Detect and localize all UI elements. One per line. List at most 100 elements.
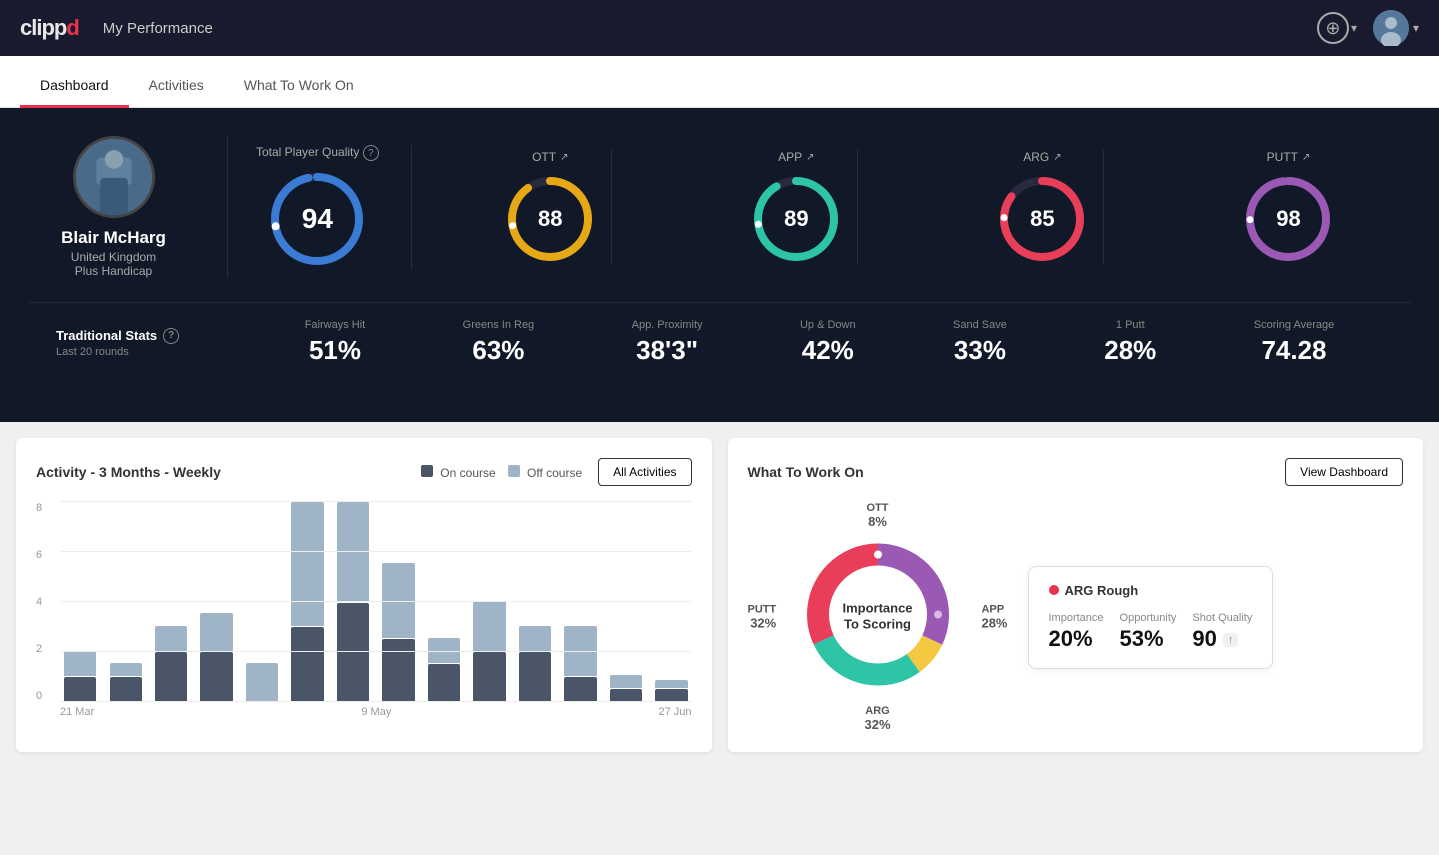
bottom-panels: Activity - 3 Months - Weekly On course O… (0, 422, 1439, 768)
shot-quality-metric: Shot Quality 90 ↑ (1192, 612, 1252, 652)
putt-circle: 98 (1243, 174, 1333, 264)
bar-on-6 (337, 603, 369, 703)
sandsave-value: 33% (954, 335, 1006, 366)
donut-svg-wrapper: ImportanceTo Scoring (798, 535, 958, 700)
activity-panel-header: Activity - 3 Months - Weekly On course O… (36, 458, 692, 486)
stats-label: Traditional Stats ? (56, 328, 228, 344)
score-total: Total Player Quality ? 94 (256, 145, 412, 270)
stat-1-putt: 1 Putt 28% (1104, 319, 1156, 366)
activity-chart-title: Activity - 3 Months - Weekly (36, 464, 221, 480)
y-label-6: 6 (36, 549, 48, 561)
user-avatar[interactable] (1373, 10, 1409, 46)
shot-quality-tag: ↑ (1223, 633, 1239, 647)
stat-scoring-avg: Scoring Average 74.28 (1254, 319, 1335, 366)
score-total-label: Total Player Quality ? (256, 145, 379, 162)
arg-label: ARG ↗ (1023, 150, 1061, 164)
score-item-arg: ARG ↗ 85 (981, 150, 1104, 264)
putt-label: PUTT ↗ (1267, 150, 1311, 164)
bar-group-5 (287, 502, 327, 702)
bar-off-4 (246, 663, 278, 701)
importance-metric: Importance 20% (1049, 612, 1104, 652)
gridline-2 (60, 651, 692, 652)
ott-arrow-icon: ↗ (560, 152, 568, 163)
donut-center-text: ImportanceTo Scoring (842, 600, 912, 634)
updown-value: 42% (802, 335, 854, 366)
app-arrow-icon: ↗ (806, 152, 814, 163)
bar-off-3 (200, 613, 232, 651)
proximity-label: App. Proximity (632, 319, 703, 331)
add-button[interactable]: ⊕ ▾ (1317, 12, 1357, 44)
off-course-dot (508, 465, 520, 477)
tab-dashboard[interactable]: Dashboard (20, 63, 129, 108)
add-circle-icon[interactable]: ⊕ (1317, 12, 1349, 44)
total-quality-help-icon[interactable]: ? (363, 145, 379, 161)
fairways-label: Fairways Hit (305, 319, 366, 331)
logo: clippd My Performance (20, 15, 213, 41)
stat-up-down: Up & Down 42% (800, 319, 856, 366)
top-nav: clippd My Performance ⊕ ▾ ▾ (0, 0, 1439, 56)
importance-value: 20% (1049, 626, 1104, 652)
score-item-app: APP ↗ 89 (735, 150, 858, 264)
activity-panel: Activity - 3 Months - Weekly On course O… (16, 438, 712, 752)
arg-circle: 85 (997, 174, 1087, 264)
scoring-value: 74.28 (1261, 335, 1326, 366)
tab-what-to-work-on[interactable]: What To Work On (224, 63, 374, 108)
bar-group-2 (151, 502, 191, 702)
arg-rough-info-card: ARG Rough Importance 20% Opportunity 53%… (1028, 566, 1274, 669)
tabs-bar: Dashboard Activities What To Work On (0, 56, 1439, 108)
arg-arrow-icon: ↗ (1053, 152, 1061, 163)
bar-on-11 (564, 677, 596, 702)
ott-donut-label: OTT8% (867, 502, 889, 529)
view-dashboard-button[interactable]: View Dashboard (1285, 458, 1403, 486)
wtwo-panel-header: What To Work On View Dashboard (748, 458, 1404, 486)
bar-group-6 (333, 502, 373, 702)
app-value: 89 (784, 206, 808, 232)
nav-right: ⊕ ▾ ▾ (1317, 10, 1419, 46)
fairways-value: 51% (309, 335, 361, 366)
user-menu[interactable]: ▾ (1373, 10, 1419, 46)
y-label-0: 0 (36, 690, 48, 702)
tab-activities[interactable]: Activities (129, 63, 224, 108)
importance-label: Importance (1049, 612, 1104, 624)
all-activities-button[interactable]: All Activities (598, 458, 691, 486)
bar-group-13 (651, 502, 691, 702)
ott-circle: 88 (505, 174, 595, 264)
total-score-value: 94 (302, 203, 333, 235)
stats-help-icon[interactable]: ? (163, 328, 179, 344)
logo-clip: clipp (20, 15, 66, 40)
app-donut-label: APP28% (981, 604, 1007, 631)
what-to-work-on-panel: What To Work On View Dashboard OTT8% APP… (728, 438, 1424, 752)
greens-value: 63% (472, 335, 524, 366)
x-label-may: 9 May (361, 706, 391, 718)
player-country: United Kingdom (71, 250, 156, 264)
x-label-mar: 21 Mar (60, 706, 94, 718)
bar-on-3 (200, 652, 232, 702)
ott-value: 88 (538, 206, 562, 232)
putt-arrow-icon: ↗ (1302, 152, 1310, 163)
stats-label-block: Traditional Stats ? Last 20 rounds (56, 328, 256, 358)
stat-app-proximity: App. Proximity 38'3" (632, 319, 703, 366)
oneputt-label: 1 Putt (1116, 319, 1145, 331)
score-item-ott: OTT ↗ 88 (489, 150, 612, 264)
bar-group-10 (515, 502, 555, 702)
bar-off-0 (64, 651, 96, 676)
arg-donut-label: ARG32% (864, 705, 890, 732)
legend-on: On course (421, 465, 496, 480)
bar-off-2 (155, 626, 187, 651)
total-score-circle: 94 (267, 169, 367, 269)
y-label-4: 4 (36, 596, 48, 608)
donut-chart-container: OTT8% APP28% ARG32% PUTT32% (748, 502, 1008, 732)
player-name: Blair McHarg (61, 228, 166, 248)
bar-group-4 (242, 502, 282, 702)
bar-on-10 (519, 652, 551, 702)
chart-area: 21 Mar 9 May 27 Jun (60, 502, 692, 718)
opportunity-value: 53% (1120, 626, 1177, 652)
gridline-8 (60, 501, 692, 502)
arg-rough-title: ARG Rough (1049, 583, 1253, 598)
bar-group-1 (105, 502, 145, 702)
opportunity-label: Opportunity (1120, 612, 1177, 624)
stat-fairways-hit: Fairways Hit 51% (305, 319, 366, 366)
bar-chart-bars (60, 502, 692, 702)
scores-section: Total Player Quality ? 94 OT (228, 145, 1411, 270)
bar-off-12 (610, 675, 642, 688)
